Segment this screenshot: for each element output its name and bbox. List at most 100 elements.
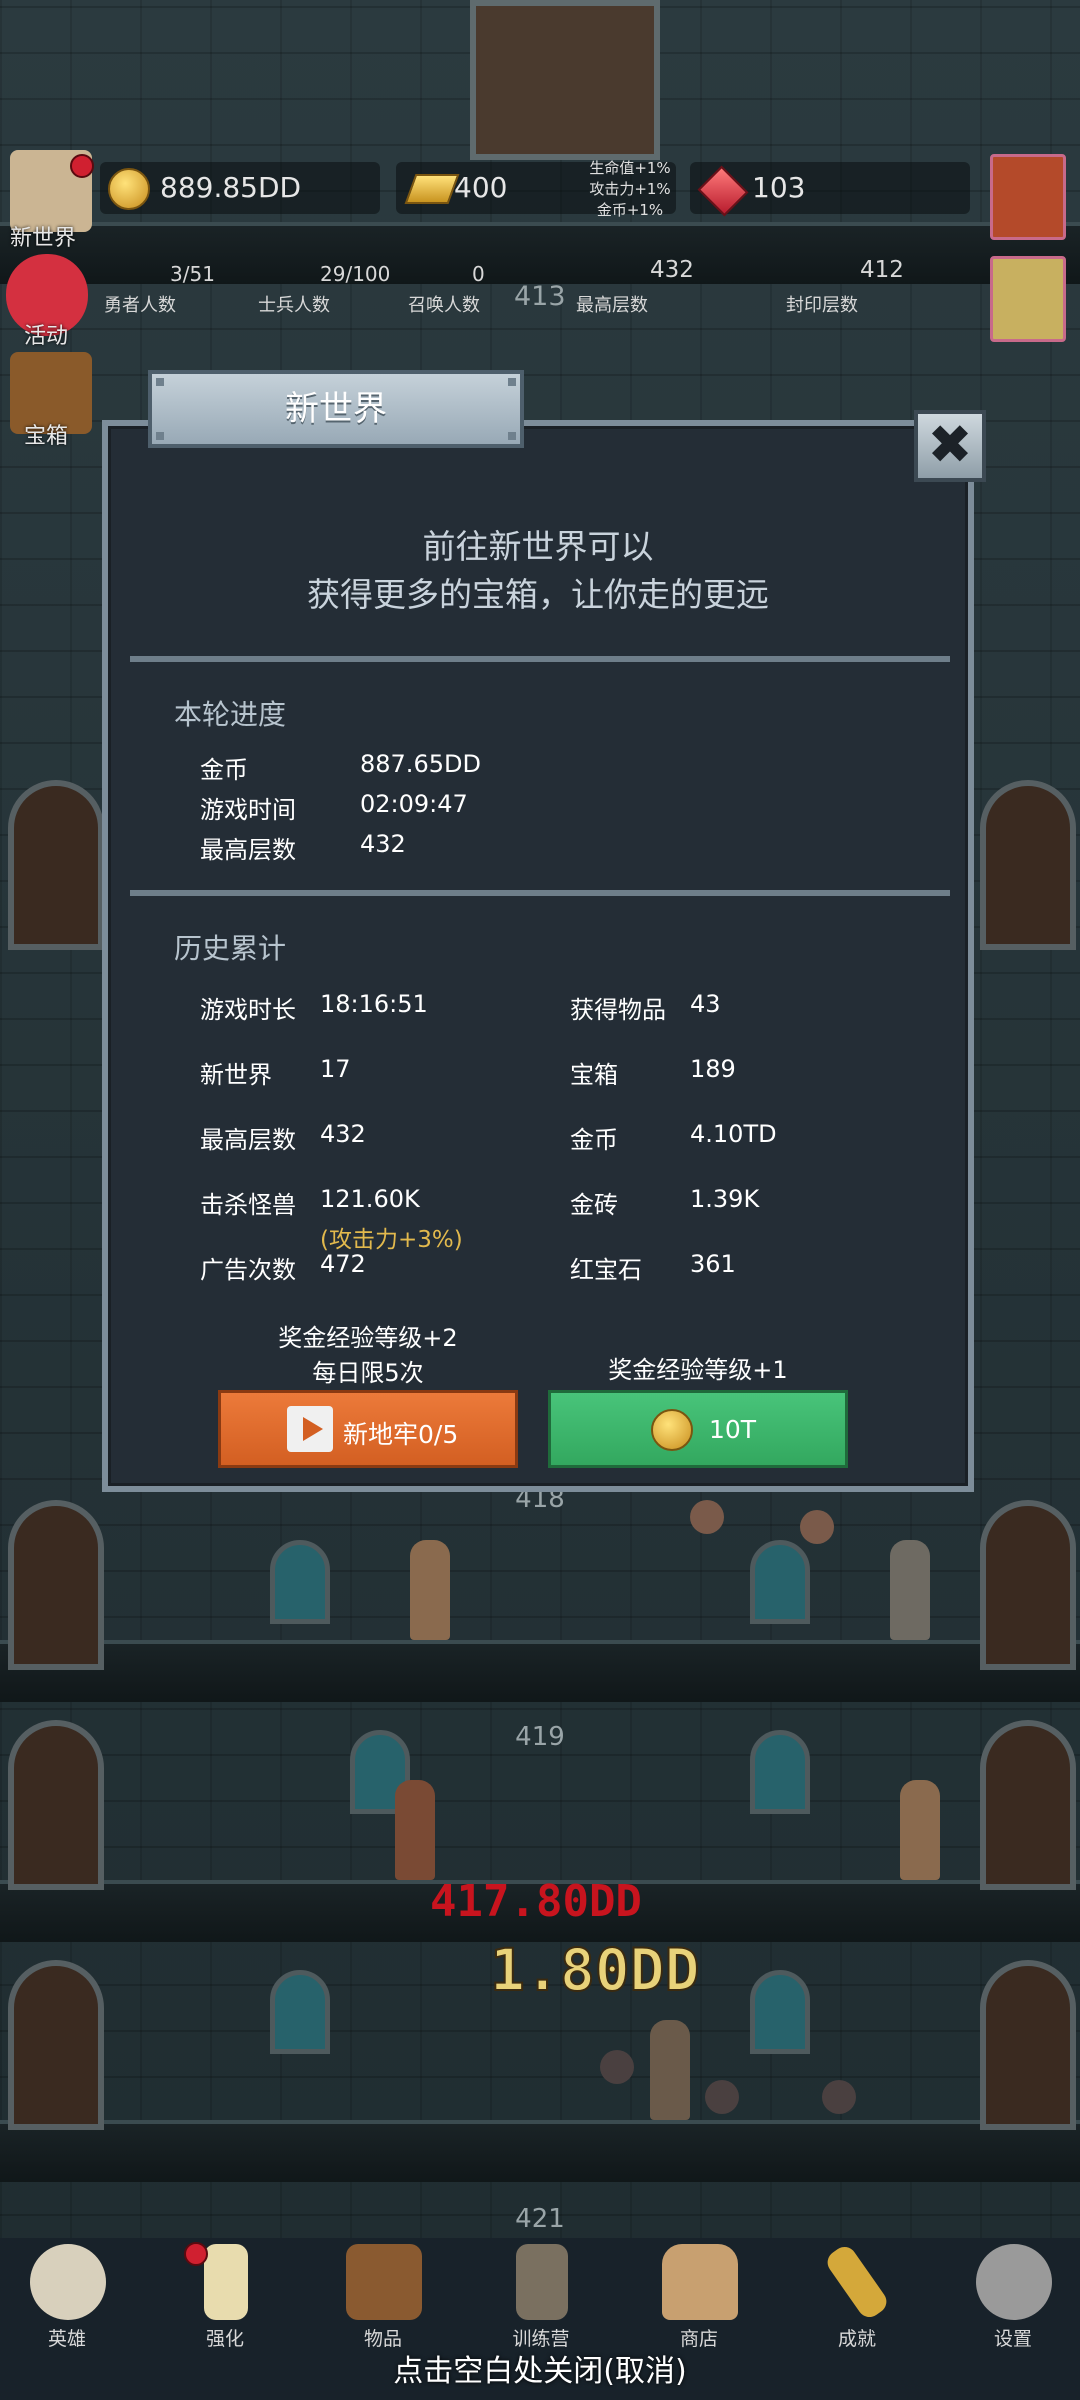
coin-button-label: 10T (709, 1415, 757, 1444)
kill-bonus-note: (攻击力+3%) (320, 1227, 463, 1253)
history-label: 新世界 (200, 1061, 272, 1089)
hero-count: 3/51 (170, 262, 215, 286)
lantern-icon (516, 2244, 568, 2320)
floor-number: 419 (515, 1722, 565, 1752)
ruby-amount: 103 (752, 171, 806, 204)
current-floor-number: 413 (514, 281, 566, 312)
nav-enhance[interactable]: 强化 (170, 2240, 280, 2350)
dungeon-window (750, 1540, 810, 1624)
history-label: 获得物品 (570, 996, 666, 1024)
floor-band (0, 222, 1080, 284)
buff-line: 攻击力+1% (589, 180, 671, 198)
candle-item-icon[interactable] (990, 256, 1066, 342)
stat-label: 最高层数 (200, 836, 296, 864)
plate-rivet (156, 378, 164, 386)
damage-number: 1.80DD (489, 1935, 701, 2005)
history-value: 18:16:51 (320, 990, 428, 1018)
nav-settings[interactable]: 设置 (958, 2240, 1068, 2350)
gold-coin-icon (651, 1409, 693, 1451)
events-menu-label: 活动 (24, 324, 69, 349)
stat-label: 游戏时间 (200, 796, 296, 824)
summon-count-label: 召唤人数 (408, 295, 480, 316)
nav-items[interactable]: 物品 (328, 2240, 438, 2350)
hero-sprite (410, 1540, 450, 1640)
soldier-count: 29/100 (320, 262, 391, 286)
soldier-count-label: 士兵人数 (258, 295, 330, 316)
history-heading: 历史累计 (174, 932, 287, 965)
history-value: 361 (690, 1250, 736, 1278)
history-value: 43 (690, 990, 721, 1018)
history-value: 1.39K (690, 1185, 760, 1213)
knight-sprite (890, 1540, 930, 1640)
nav-training-camp[interactable]: 训练营 (486, 2240, 596, 2350)
watch-ad-new-dungeon-button[interactable]: 新地牢0/5 (218, 1390, 518, 1468)
floor-band (0, 1640, 1080, 1702)
buff-list: 生命值+1% 攻击力+1% 金币+1% (560, 158, 700, 221)
max-floor: 432 (650, 257, 694, 283)
hero-sprite (900, 1780, 940, 1880)
history-value: 17 (320, 1055, 351, 1083)
gold-coin-icon (108, 168, 150, 210)
sealed-floor-label: 封印层数 (786, 295, 858, 316)
dungeon-door (980, 1960, 1076, 2130)
history-value: 121.60K (320, 1185, 420, 1213)
dungeon-door (8, 1960, 104, 2130)
dungeon-window (750, 1970, 810, 2054)
chest-menu-label: 宝箱 (24, 424, 69, 449)
nav-shop[interactable]: 商店 (644, 2240, 754, 2350)
spider-monster (705, 2080, 739, 2114)
history-label: 红宝石 (570, 1256, 642, 1284)
history-value: 432 (320, 1120, 366, 1148)
stat-label: 金币 (200, 756, 248, 784)
ad-reward-caption: 奖金经验等级+2 (278, 1324, 458, 1352)
plate-rivet (508, 378, 516, 386)
notification-dot (184, 2242, 208, 2266)
dungeon-window (270, 1970, 330, 2054)
history-label: 金币 (570, 1126, 618, 1154)
coin-new-world-button[interactable]: 10T (548, 1390, 848, 1468)
bat-monster (690, 1500, 724, 1534)
apple-item-icon[interactable] (990, 154, 1066, 240)
new-world-menu-label: 新世界 (10, 226, 77, 251)
dialog-title: 新世界 (148, 370, 524, 448)
summon-count: 0 (472, 262, 485, 286)
history-value: 472 (320, 1250, 366, 1278)
tap-to-close-hint[interactable]: 点击空白处关闭(取消) (0, 2346, 1080, 2390)
plate-rivet (508, 432, 516, 440)
video-ad-icon (287, 1406, 333, 1452)
history-label: 游戏时长 (200, 996, 296, 1024)
history-label: 宝箱 (570, 1061, 618, 1089)
skull-icon (30, 2244, 106, 2320)
close-dialog-button[interactable]: ✖ (914, 410, 986, 482)
spider-monster (822, 2080, 856, 2114)
gold-amount: 889.85DD (160, 171, 302, 204)
stat-value: 02:09:47 (360, 790, 468, 818)
floor-band (0, 2120, 1080, 2182)
dungeon-door (980, 780, 1076, 950)
nav-achievements[interactable]: 成就 (802, 2240, 912, 2350)
hero-sprite (650, 2020, 690, 2120)
dialog-intro-line: 前往新世界可以 (422, 527, 654, 566)
plate-rivet (156, 432, 164, 440)
ad-button-label: 新地牢0/5 (343, 1420, 459, 1449)
history-label: 广告次数 (200, 1256, 296, 1284)
bat-monster (800, 1510, 834, 1544)
notification-dot (70, 154, 94, 178)
spider-monster (600, 2050, 634, 2084)
gold-bar-amount: 400 (454, 171, 508, 204)
history-label: 击杀怪兽 (200, 1191, 296, 1219)
history-label: 最高层数 (200, 1126, 296, 1154)
buff-line: 金币+1% (596, 201, 664, 219)
dungeon-window (270, 1540, 330, 1624)
gear-icon (976, 2244, 1052, 2320)
buff-line: 生命值+1% (589, 159, 671, 177)
coin-reward-caption: 奖金经验等级+1 (608, 1356, 788, 1384)
castle-gate (470, 0, 660, 160)
floor-number: 421 (515, 2204, 565, 2234)
ad-limit-caption: 每日限5次 (312, 1359, 424, 1387)
current-progress-heading: 本轮进度 (174, 698, 287, 731)
history-value: 4.10TD (690, 1120, 777, 1148)
max-floor-label: 最高层数 (576, 295, 648, 316)
beer-mug-icon (662, 2244, 738, 2320)
nav-heroes[interactable]: 英雄 (12, 2240, 122, 2350)
